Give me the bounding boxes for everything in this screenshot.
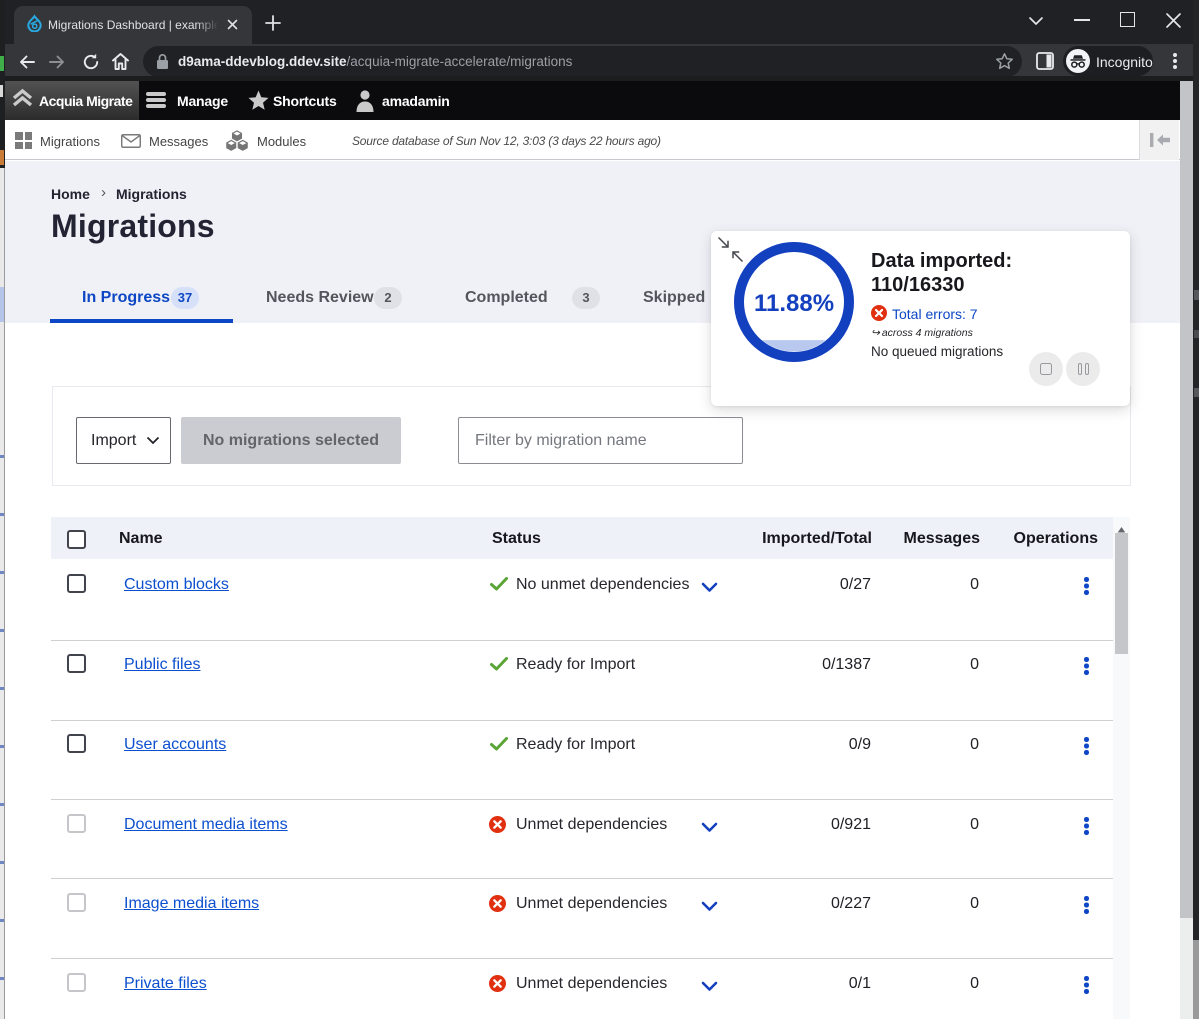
svg-text:11.88%: 11.88% <box>754 290 834 317</box>
